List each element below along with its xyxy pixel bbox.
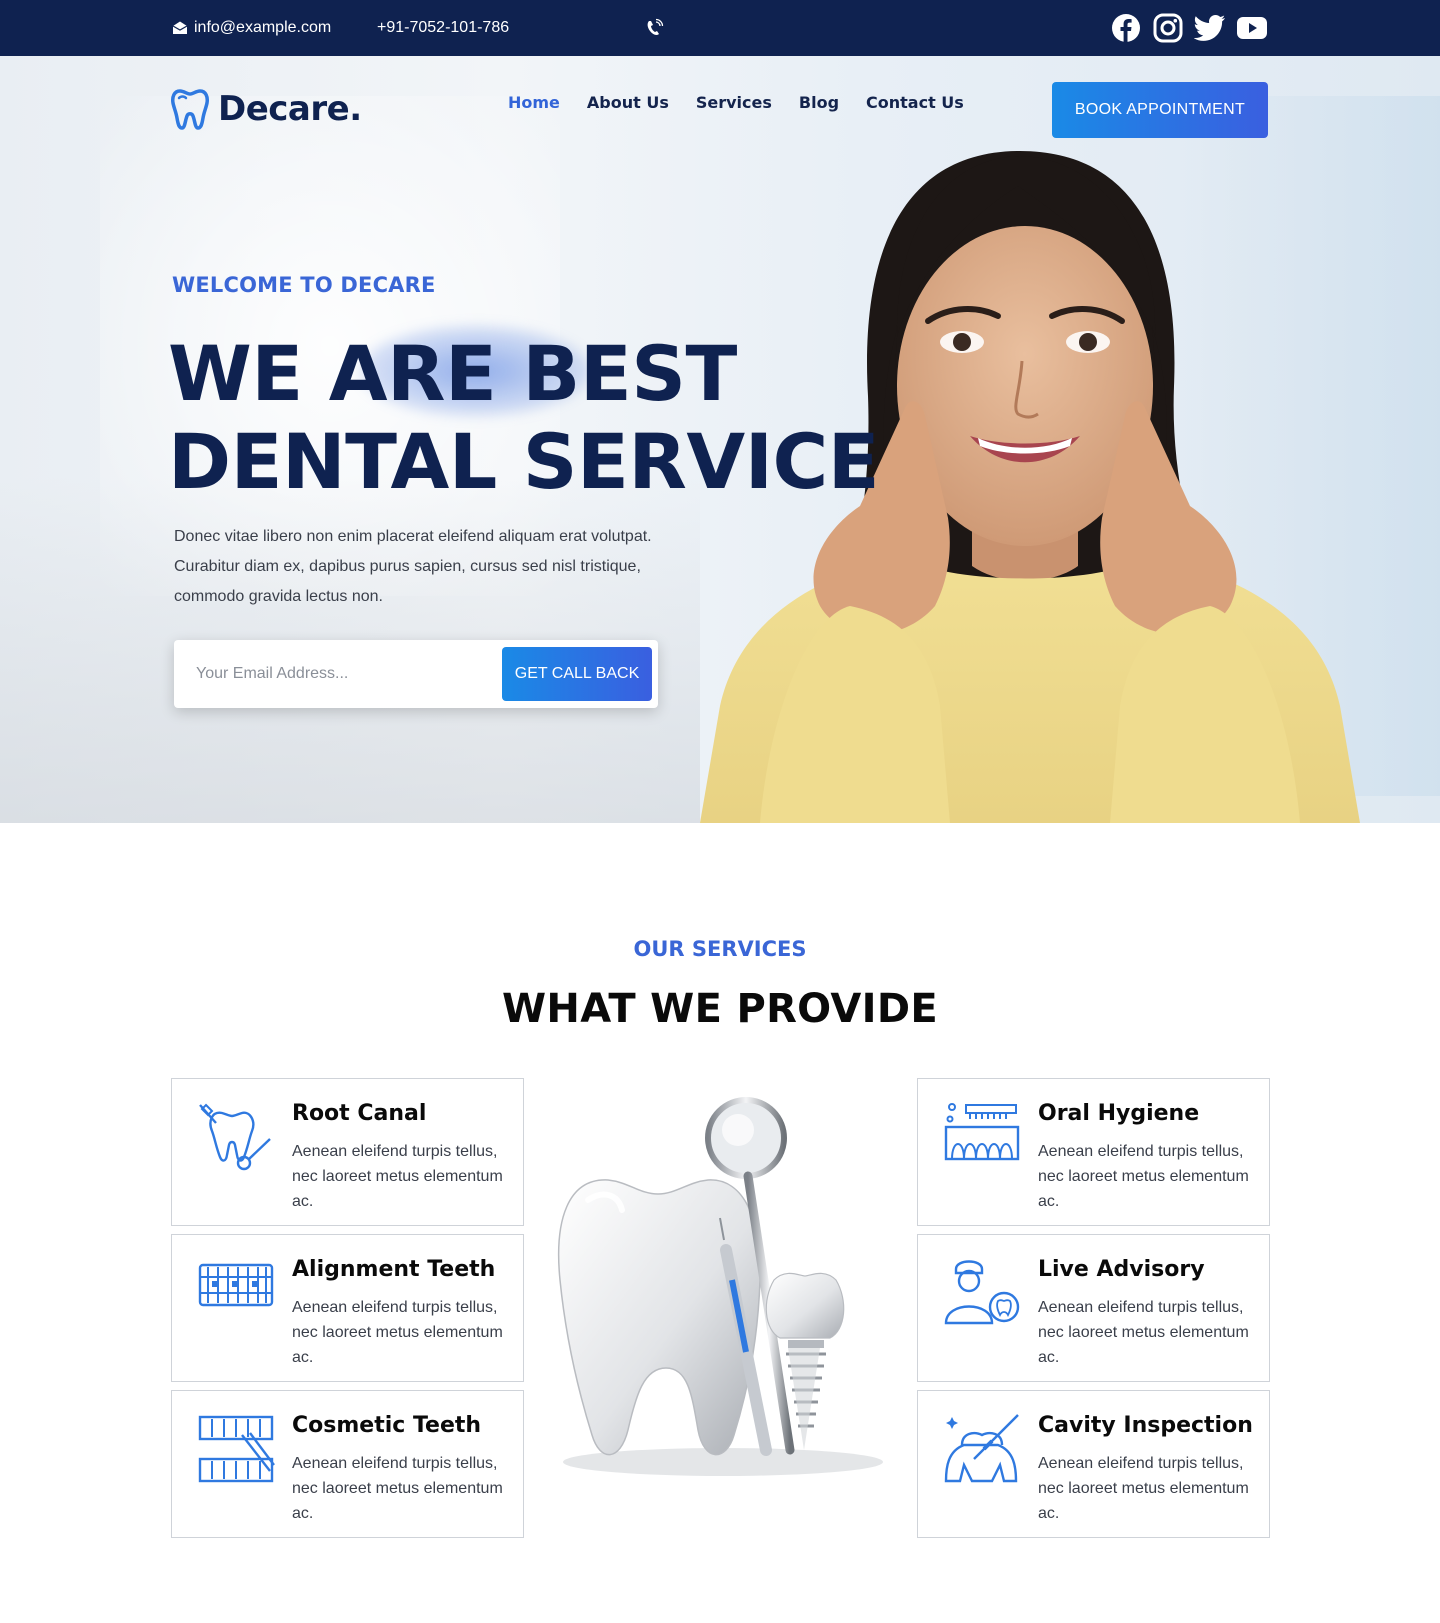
toothbrush-icon [944, 1103, 1020, 1161]
nav-item-about-us[interactable]: About Us [587, 93, 669, 112]
services-title: WHAT WE PROVIDE [502, 986, 938, 1032]
service-card-oral-hygiene[interactable]: Oral Hygiene Aenean eleifend turpis tell… [917, 1078, 1270, 1226]
hero-title: WE ARE BEST DENTAL SERVICE [168, 329, 880, 506]
nav-item-blog[interactable]: Blog [799, 93, 839, 112]
hero-kicker: WELCOME TO DECARE [172, 273, 436, 297]
service-description: Aenean eleifend turpis tellus, nec laore… [292, 1299, 503, 1366]
service-card-alignment-teeth[interactable]: Alignment Teeth Aenean eleifend turpis t… [171, 1234, 524, 1382]
youtube-icon[interactable] [1236, 12, 1268, 44]
top-email[interactable]: info@example.com [172, 0, 331, 56]
nav-menu: Home About Us Services Blog Contact Us [508, 93, 964, 112]
service-description: Aenean eleifend turpis tellus, nec laore… [292, 1455, 503, 1522]
service-description: Aenean eleifend turpis tellus, nec laore… [1038, 1299, 1249, 1366]
service-title: Cavity Inspection [1038, 1413, 1253, 1438]
top-bar: info@example.com +91-7052-101-786 [0, 0, 1440, 56]
site-logo[interactable]: Decare. [170, 88, 362, 130]
service-title: Root Canal [292, 1101, 427, 1126]
service-description: Aenean eleifend turpis tellus, nec laore… [1038, 1143, 1249, 1210]
envelope-icon [172, 21, 188, 34]
service-card-root-canal[interactable]: Root Canal Aenean eleifend turpis tellus… [171, 1078, 524, 1226]
service-description: Aenean eleifend turpis tellus, nec laore… [1038, 1455, 1249, 1522]
social-links [1110, 12, 1268, 44]
tooth-and-dental-tools-image [557, 1097, 883, 1476]
service-card-live-advisory[interactable]: Live Advisory Aenean eleifend turpis tel… [917, 1234, 1270, 1382]
nav-item-home[interactable]: Home [508, 93, 560, 112]
hero-title-line-2: DENTAL SERVICE [168, 417, 880, 506]
facebook-icon[interactable] [1110, 12, 1142, 44]
hero-title-line-1: WE ARE BEST [168, 329, 737, 418]
service-description: Aenean eleifend turpis tellus, nec laore… [292, 1143, 503, 1210]
root-canal-icon [199, 1103, 271, 1171]
service-title: Oral Hygiene [1038, 1101, 1200, 1126]
service-card-cosmetic-teeth[interactable]: Cosmetic Teeth Aenean eleifend turpis te… [171, 1390, 524, 1538]
callback-form: GET CALL BACK [174, 640, 658, 708]
logo-text: Decare. [218, 89, 362, 129]
get-call-back-button[interactable]: GET CALL BACK [502, 647, 652, 701]
instagram-icon[interactable] [1152, 12, 1184, 44]
nav-item-services[interactable]: Services [696, 93, 772, 112]
service-title: Alignment Teeth [292, 1257, 496, 1282]
main-nav: Decare. Home About Us Services Blog Cont… [0, 56, 1440, 166]
service-title: Cosmetic Teeth [292, 1413, 482, 1438]
top-phone-text: +91-7052-101-786 [377, 19, 510, 36]
top-email-text: info@example.com [194, 19, 332, 36]
cosmetic-teeth-icon [198, 1415, 275, 1483]
braces-icon [198, 1263, 274, 1307]
twitter-icon[interactable] [1194, 12, 1226, 44]
email-input[interactable] [174, 640, 494, 708]
tooth-logo-icon [171, 89, 209, 130]
dentist-icon [944, 1260, 1020, 1325]
book-appointment-button[interactable]: BOOK APPOINTMENT [1052, 82, 1268, 138]
cavity-inspection-icon [944, 1414, 1019, 1483]
hero-description: Donec vitae libero non enim placerat ele… [174, 528, 652, 605]
phone-ring-icon [647, 18, 664, 35]
service-card-cavity-inspection[interactable]: Cavity Inspection Aenean eleifend turpis… [917, 1390, 1270, 1538]
nav-item-contact-us[interactable]: Contact Us [866, 93, 964, 112]
top-phone[interactable]: +91-7052-101-786 [377, 0, 509, 56]
service-title: Live Advisory [1038, 1257, 1205, 1282]
services-kicker: OUR SERVICES [633, 937, 807, 961]
